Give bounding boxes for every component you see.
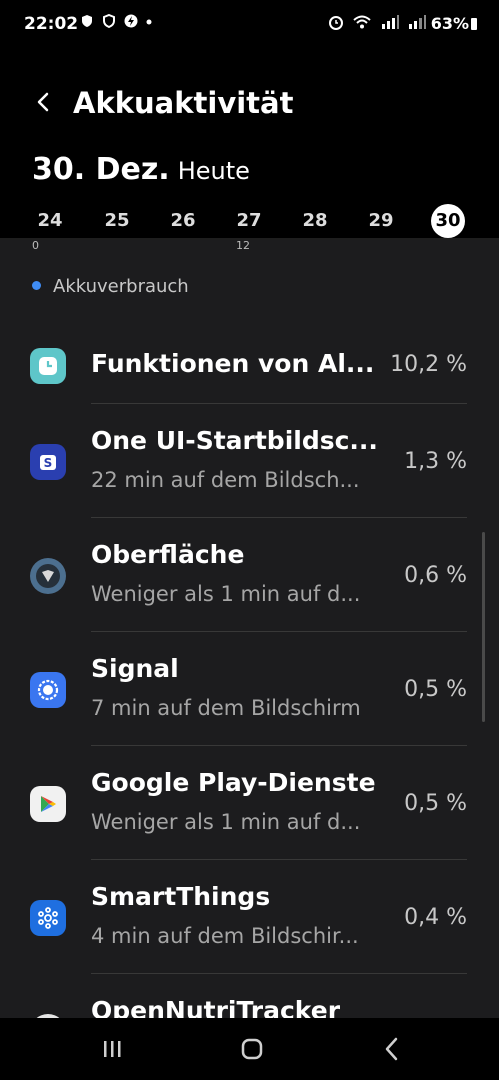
- recent-apps-icon[interactable]: [92, 1032, 132, 1066]
- svg-text:S: S: [44, 456, 53, 470]
- app-sub: Weniger als 1 min auf d...: [91, 582, 361, 606]
- row-divider: [91, 631, 467, 632]
- status-bar: 22:02 63%: [0, 0, 499, 50]
- row-divider: [91, 859, 467, 860]
- row-divider: [91, 973, 467, 974]
- signal-icon: [30, 672, 66, 708]
- app-percent: 1,3 %: [404, 449, 467, 474]
- day-30-selected[interactable]: 30: [431, 204, 465, 238]
- app-percent: 0,5 %: [404, 677, 467, 702]
- app-name: Funktionen von Al...: [91, 349, 375, 378]
- app-sub: 22 min auf dem Bildsch...: [91, 468, 360, 492]
- app-percent: 0,4 %: [404, 905, 467, 930]
- page-title: Akkuaktivität: [73, 86, 294, 120]
- navigation-bar: [0, 1018, 499, 1080]
- date-heading: 30. Dez. Heute: [32, 152, 250, 187]
- app-sub: 4 min auf dem Bildschir...: [91, 924, 359, 948]
- day-27[interactable]: 27: [232, 204, 266, 238]
- dot-icon: [146, 19, 152, 25]
- app-name: Google Play-Dienste: [91, 768, 376, 797]
- app-sub: 7 min auf dem Bildschirm: [91, 696, 361, 720]
- app-sub: Weniger als 1 min auf d...: [91, 810, 361, 834]
- chart-tick-12: 12: [236, 240, 250, 252]
- home-icon[interactable]: [232, 1032, 272, 1066]
- google-play-services-icon: [30, 786, 66, 822]
- row-divider: [91, 517, 467, 518]
- day-selector: 24 25 26 27 28 29 30: [0, 204, 499, 238]
- battery-usage-panel: 0 12 Akkuverbrauch Funktionen von Al... …: [0, 240, 499, 1018]
- system-ui-icon: [30, 558, 66, 594]
- legend-label: Akkuverbrauch: [53, 276, 189, 297]
- legend-dot: [32, 281, 41, 290]
- app-percent: 0,6 %: [404, 563, 467, 588]
- day-26[interactable]: 26: [166, 204, 200, 238]
- app-name: OpenNutriTracker: [91, 996, 341, 1018]
- back-nav-icon[interactable]: [372, 1032, 412, 1066]
- app-name: Signal: [91, 654, 179, 683]
- date-main: 30. Dez.: [32, 152, 170, 187]
- system-icons: [327, 14, 427, 34]
- row-divider: [91, 745, 467, 746]
- app-percent: 10,2 %: [390, 352, 467, 377]
- app-name: SmartThings: [91, 882, 271, 911]
- app-name: Oberfläche: [91, 540, 245, 569]
- alarm-icon: [328, 16, 343, 30]
- day-24[interactable]: 24: [33, 204, 67, 238]
- date-sub: Heute: [177, 157, 250, 185]
- battery-percent: 63%: [430, 14, 469, 33]
- shield-icon: [102, 13, 115, 29]
- signal-strength-icon: [381, 15, 399, 29]
- samsung-s-icon: S: [30, 444, 66, 480]
- app-header: Akkuaktivität: [0, 80, 499, 130]
- signal-strength-2-icon: [409, 15, 426, 29]
- back-arrow-icon[interactable]: [30, 88, 60, 118]
- app-percent: 0,5 %: [404, 791, 467, 816]
- vpn-shield-icon: [82, 15, 92, 27]
- wifi-icon: [353, 15, 371, 29]
- day-29[interactable]: 29: [364, 204, 398, 238]
- day-28[interactable]: 28: [298, 204, 332, 238]
- scrollbar[interactable]: [482, 532, 485, 722]
- smartthings-icon: [30, 900, 66, 936]
- day-25[interactable]: 25: [100, 204, 134, 238]
- row-divider: [91, 403, 467, 404]
- chart-tick-0: 0: [32, 240, 39, 252]
- notification-icons: [80, 13, 153, 32]
- status-time: 22:02: [24, 14, 79, 34]
- app-name: One UI-Startbildsc...: [91, 426, 378, 455]
- legend: Akkuverbrauch: [32, 276, 189, 297]
- clock-icon: [30, 348, 66, 384]
- bolt-icon: [124, 14, 138, 28]
- battery-icon: [471, 18, 477, 30]
- battery-indicator: 63%: [431, 14, 477, 33]
